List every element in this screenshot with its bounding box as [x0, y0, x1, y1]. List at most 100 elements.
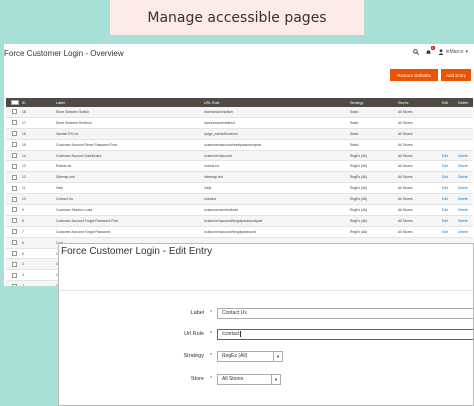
row-id: 5: [22, 251, 24, 256]
row-strategy: Static: [350, 109, 359, 114]
strategy-select[interactable]: RegEx (All) ▼: [217, 350, 283, 362]
delete-link[interactable]: Delete: [456, 219, 473, 223]
edit-link[interactable]: Edit: [440, 154, 456, 158]
restore-defaults-button[interactable]: Restore Defaults: [390, 69, 438, 81]
table-row[interactable]: 17 Store Switcher Redirect/stores/store/r…: [6, 118, 473, 129]
row-checkbox[interactable]: [6, 174, 20, 180]
row-stores: All Stores: [398, 175, 413, 180]
column-header-id[interactable]: ID: [20, 101, 54, 105]
title-banner: Manage accessible pages: [110, 0, 364, 35]
table-row[interactable]: 14 Customer Account Dashboard/customer/ac…: [6, 150, 473, 162]
url-rule-field-label: Url Rule: [184, 331, 204, 337]
row-checkbox[interactable]: [6, 153, 20, 158]
store-field-label: Store: [190, 376, 204, 382]
edit-link[interactable]: Edit: [440, 197, 456, 201]
row-stores: All Stores: [398, 218, 413, 223]
edit-link[interactable]: Edit: [440, 208, 456, 212]
row-checkbox[interactable]: [6, 218, 20, 224]
admin-header-actions: 1 leMarco ▾: [412, 46, 468, 55]
row-id: 3: [22, 273, 24, 278]
chevron-down-icon: ▼: [273, 351, 282, 361]
row-stores: All Stores: [398, 197, 413, 202]
delete-link[interactable]: Delete: [456, 154, 473, 158]
delete-link[interactable]: Delete: [456, 197, 473, 201]
required-mark: *: [210, 310, 213, 316]
row-strategy: RegEx (All): [350, 197, 368, 202]
row-stores: All Stores: [398, 142, 413, 147]
column-header-strategy[interactable]: Strategy: [348, 101, 396, 105]
column-header-label[interactable]: Label: [54, 101, 202, 105]
delete-link[interactable]: Delete: [456, 230, 473, 234]
row-id: 6: [22, 240, 24, 245]
table-row[interactable]: 12 Sitemap.xml/sitemap.xml RegEx (All) All …: [6, 172, 473, 184]
row-strategy: Static: [350, 131, 359, 136]
row-checkbox[interactable]: [6, 163, 20, 169]
row-id: 4: [22, 262, 24, 267]
search-icon[interactable]: [412, 49, 419, 55]
row-checkbox[interactable]: [6, 109, 20, 115]
label-field-row: Label * Contact Us: [59, 307, 473, 319]
row-checkbox[interactable]: [6, 196, 20, 202]
edit-link[interactable]: Edit: [440, 186, 456, 190]
row-strategy: Static: [350, 120, 359, 125]
edit-link[interactable]: Edit: [440, 175, 456, 179]
delete-link[interactable]: Delete: [456, 186, 473, 190]
row-label: Help: [56, 186, 63, 191]
row-checkbox[interactable]: [6, 120, 20, 126]
row-label: Customer Account Forgot Password Post: [56, 218, 118, 223]
row-checkbox[interactable]: [6, 283, 20, 286]
label-field-label: Label: [190, 310, 204, 316]
edit-link[interactable]: Edit: [440, 219, 456, 223]
table-row[interactable]: 10 Contact Us/contact RegEx (All) All Store…: [6, 194, 473, 206]
divider: [59, 290, 473, 291]
row-checkbox[interactable]: [6, 142, 20, 148]
add-entry-button[interactable]: Add Entry: [441, 69, 471, 81]
table-row[interactable]: 16 Varnish ESI url/page_cache/block/esi St…: [6, 128, 473, 140]
table-row[interactable]: 11 Help/help RegEx (All) All Stores Edit Dele…: [6, 183, 473, 195]
row-checkbox[interactable]: [6, 251, 20, 257]
user-menu[interactable]: leMarco ▾: [438, 49, 468, 55]
bell-icon[interactable]: 1: [425, 46, 435, 55]
table-row[interactable]: 13 Robots.txt/robots.txt RegEx (All) All St…: [6, 161, 473, 173]
edit-link[interactable]: Edit: [440, 230, 456, 234]
delete-link[interactable]: Delete: [456, 164, 473, 168]
table-row[interactable]: 9 Customer Session Load/customer/section/…: [6, 205, 473, 216]
store-select[interactable]: All Stores ▼: [217, 373, 281, 385]
row-stores: All Stores: [398, 229, 413, 234]
row-checkbox[interactable]: [6, 185, 20, 191]
table-row[interactable]: 8 Customer Account Forgot Password Post/c…: [6, 215, 473, 227]
delete-link[interactable]: Delete: [456, 175, 473, 179]
edit-link[interactable]: Edit: [440, 164, 456, 168]
row-stores: All Stores: [398, 153, 413, 158]
column-header-stores[interactable]: Stores: [396, 101, 440, 105]
store-field-row: Store * All Stores ▼: [59, 373, 473, 385]
row-label: Store Switcher Switch: [56, 109, 89, 114]
row-checkbox[interactable]: [6, 261, 20, 267]
table-row[interactable]: 18 Store Switcher Switch/stores/store/swi…: [6, 107, 473, 118]
url-rule-input[interactable]: /contact: [217, 328, 473, 340]
row-checkbox[interactable]: [6, 229, 20, 235]
row-url-rule: /customer/account: [204, 153, 232, 158]
table-row[interactable]: 7 Customer Account Forgot Password/custom…: [6, 227, 473, 238]
delete-link[interactable]: Delete: [456, 208, 473, 212]
grid-header: ID Label URL Rule Strategy Stores Edit D…: [6, 98, 473, 107]
select-all-checkbox[interactable]: [6, 100, 20, 105]
required-mark: *: [210, 331, 213, 337]
row-label: Varnish ESI url: [56, 131, 79, 136]
row-strategy: RegEx (All): [350, 175, 368, 180]
row-id: 2: [20, 284, 54, 286]
row-url-rule: /help: [204, 186, 212, 191]
row-checkbox[interactable]: [6, 272, 20, 278]
column-header-url-rule[interactable]: URL Rule: [202, 101, 348, 105]
row-id: 15: [22, 142, 26, 147]
chevron-down-icon: ▾: [465, 49, 468, 55]
row-checkbox[interactable]: [6, 131, 20, 137]
table-row[interactable]: 15 Customer Account Reset Password Post/c…: [6, 140, 473, 151]
row-label: Robots.txt: [56, 164, 72, 169]
row-checkbox[interactable]: [6, 240, 20, 246]
label-input[interactable]: Contact Us: [217, 307, 473, 319]
row-stores: All Stores: [398, 120, 413, 125]
row-checkbox[interactable]: [6, 207, 20, 213]
row-label: Contact Us: [56, 197, 73, 202]
page-title: Force Customer Login - Overview: [4, 49, 124, 58]
